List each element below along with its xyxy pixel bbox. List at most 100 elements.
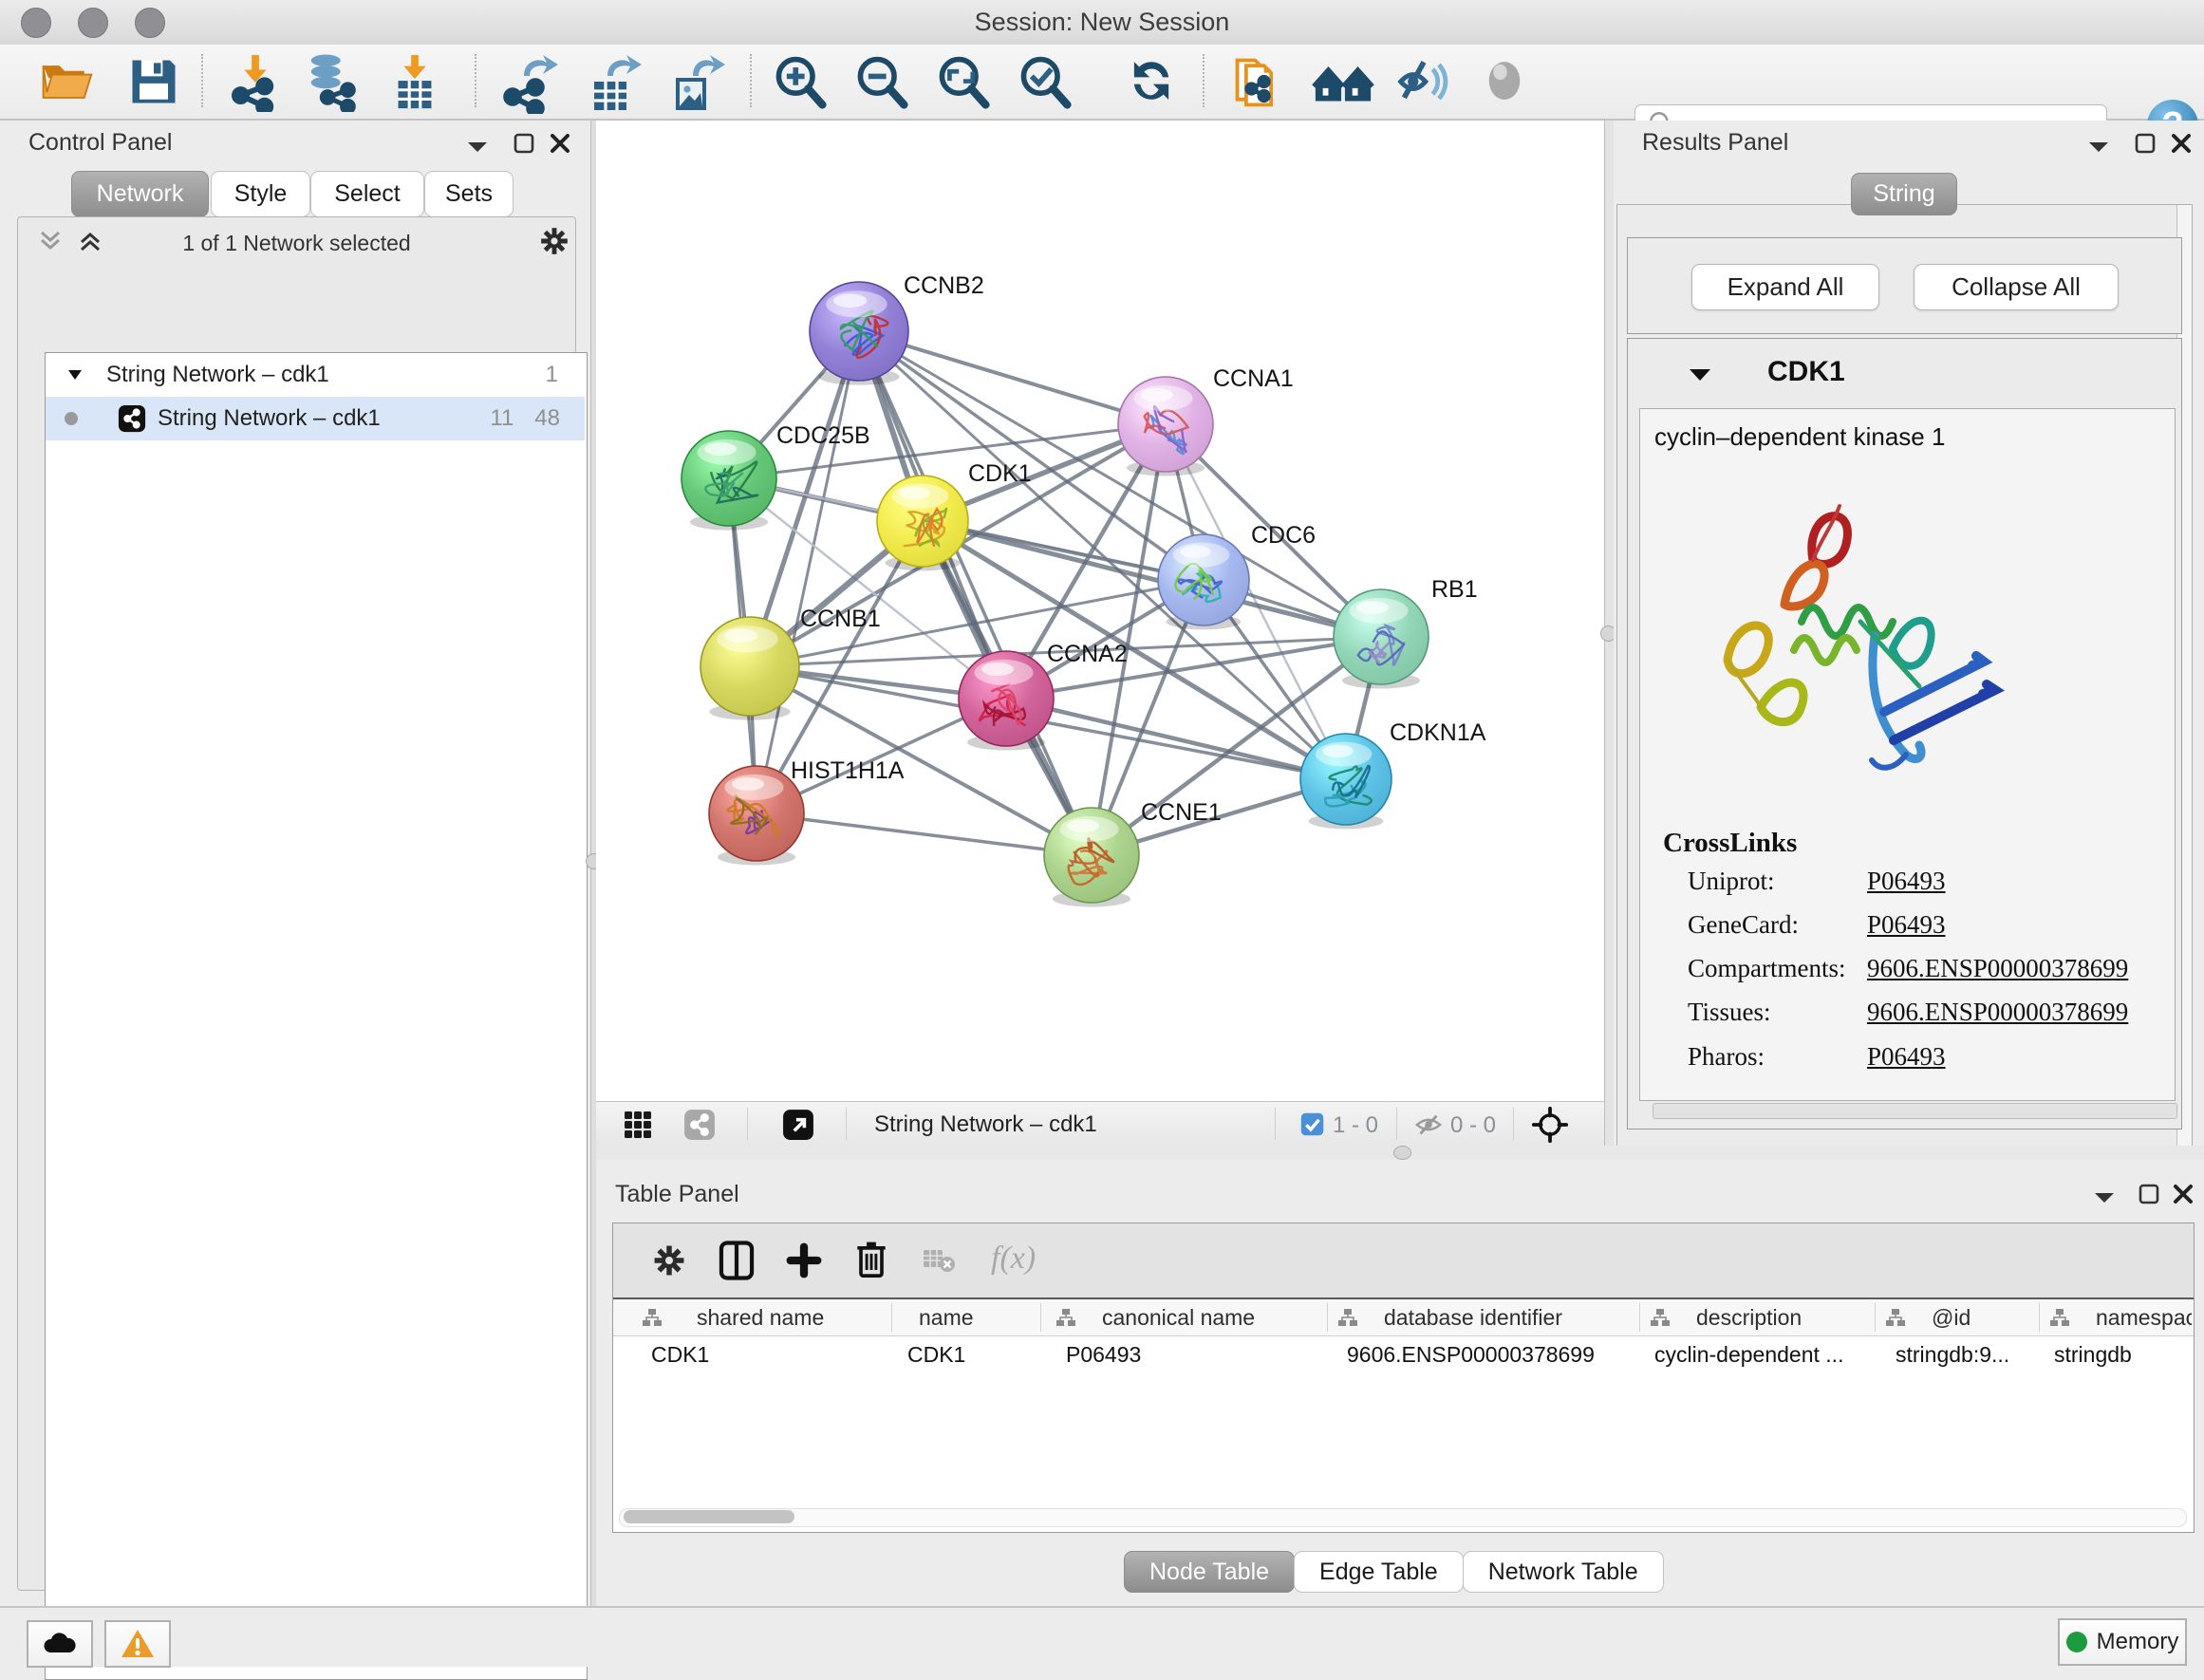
control-panel-close-icon[interactable] xyxy=(549,132,571,155)
zoom-out-icon[interactable] xyxy=(852,53,909,110)
node-CDC6[interactable] xyxy=(1158,534,1249,629)
hidden-eye-icon[interactable] xyxy=(1414,1111,1443,1139)
collection-expand-icon[interactable] xyxy=(66,368,84,382)
export-image-icon[interactable] xyxy=(666,53,723,110)
node-CCNA1[interactable] xyxy=(1118,377,1213,476)
grid-view-icon[interactable] xyxy=(623,1110,653,1140)
results-panel-close-icon[interactable] xyxy=(2170,132,2193,155)
results-panel-float-icon[interactable] xyxy=(2134,132,2157,155)
hide-eye-icon[interactable] xyxy=(1395,53,1452,110)
splitter-handle[interactable] xyxy=(1393,1146,1411,1160)
delete-table-icon[interactable] xyxy=(923,1248,957,1275)
tab-style[interactable]: Style xyxy=(211,171,310,217)
crosslink-link[interactable]: P06493 xyxy=(1867,867,1946,896)
zoom-selected-icon[interactable] xyxy=(1016,53,1073,110)
table-panel-close-icon[interactable] xyxy=(2172,1183,2195,1205)
table-cell[interactable]: stringdb xyxy=(2054,1335,2132,1373)
control-panel-float-icon[interactable] xyxy=(513,132,535,155)
cloud-button[interactable] xyxy=(27,1620,93,1668)
collapse-all-button[interactable]: Collapse All xyxy=(1914,264,2119,310)
delete-column-icon[interactable] xyxy=(852,1239,890,1280)
table-cell[interactable]: CDK1 xyxy=(651,1335,709,1373)
tab-string[interactable]: String xyxy=(1851,173,1957,215)
horizontal-splitter[interactable] xyxy=(596,1146,2204,1160)
tab-sets[interactable]: Sets xyxy=(424,171,514,217)
crosslink-link[interactable]: 9606.ENSP00000378699 xyxy=(1867,998,2128,1027)
node-CDC25B[interactable] xyxy=(682,431,776,531)
column-divider[interactable] xyxy=(1875,1303,1876,1332)
tab-select[interactable]: Select xyxy=(310,171,424,217)
table-cell[interactable]: CDK1 xyxy=(907,1335,965,1373)
network-canvas[interactable]: CCNB2CCNA1CDC25BCDK1CDC6RB1CCNB1CCNA2CDK… xyxy=(596,121,1604,1100)
zoom-fit-icon[interactable] xyxy=(934,53,991,110)
home-networks-icon[interactable] xyxy=(1312,53,1369,110)
column-header-namespace[interactable]: namespace xyxy=(2096,1299,2192,1335)
column-divider[interactable] xyxy=(1327,1303,1328,1332)
column-divider[interactable] xyxy=(1040,1303,1041,1332)
network-options-gear-icon[interactable] xyxy=(538,225,570,257)
share-document-icon[interactable] xyxy=(1230,53,1287,110)
table-hscrollbar-thumb[interactable] xyxy=(624,1510,794,1523)
network-collection-row[interactable]: String Network – cdk1 1 xyxy=(46,353,585,397)
node-label-CDK1: CDK1 xyxy=(968,460,1032,487)
table-header-row[interactable]: shared name name canonical name database id… xyxy=(613,1297,2194,1336)
column-divider[interactable] xyxy=(1639,1303,1640,1332)
tab-edge-table[interactable]: Edge Table xyxy=(1294,1551,1464,1593)
node-CDKN1A[interactable] xyxy=(1300,734,1392,829)
birdseye-share-icon[interactable] xyxy=(683,1109,716,1141)
refresh-icon[interactable] xyxy=(1124,53,1181,110)
tab-network[interactable]: Network xyxy=(71,171,209,217)
crosslink-link[interactable]: 9606.ENSP00000378699 xyxy=(1867,954,2128,983)
open-in-new-icon[interactable] xyxy=(782,1109,814,1141)
warning-button[interactable] xyxy=(104,1620,171,1668)
table-cell[interactable]: stringdb:9... xyxy=(1896,1335,2009,1373)
node-HIST1H1A[interactable] xyxy=(709,766,804,866)
column-header-description[interactable]: description xyxy=(1696,1299,1869,1335)
node-RB1[interactable] xyxy=(1334,589,1429,689)
function-builder-icon[interactable]: f(x) xyxy=(991,1241,1036,1277)
column-header-id[interactable]: @id xyxy=(1932,1299,2033,1335)
open-session-icon[interactable] xyxy=(38,53,95,110)
export-table-icon[interactable] xyxy=(585,53,642,110)
column-divider[interactable] xyxy=(2039,1303,2040,1332)
save-session-icon[interactable] xyxy=(125,53,182,110)
node-label-CDC25B: CDC25B xyxy=(776,422,870,449)
table-panel-menu-icon[interactable] xyxy=(2092,1188,2117,1205)
node-CDK1[interactable] xyxy=(877,476,968,570)
gene-collapse-icon[interactable] xyxy=(1688,365,1712,384)
column-divider[interactable] xyxy=(891,1303,892,1332)
table-cell[interactable]: 9606.ENSP00000378699 xyxy=(1347,1335,1595,1373)
eye-icon[interactable] xyxy=(1477,53,1534,110)
node-CCNB1[interactable] xyxy=(700,617,799,720)
import-table-icon[interactable] xyxy=(385,53,442,110)
control-panel-menu-icon[interactable] xyxy=(465,138,490,155)
add-column-icon[interactable] xyxy=(786,1242,822,1279)
table-gear-icon[interactable] xyxy=(651,1242,687,1279)
tab-network-table[interactable]: Network Table xyxy=(1463,1551,1664,1593)
table-hscrollbar[interactable] xyxy=(619,1508,2187,1527)
import-database-icon[interactable] xyxy=(302,53,359,110)
crosshair-icon[interactable] xyxy=(1532,1107,1568,1143)
table-cell[interactable]: P06493 xyxy=(1066,1335,1141,1373)
column-header-shared-name[interactable]: shared name xyxy=(697,1299,886,1335)
memory-button[interactable]: Memory xyxy=(2058,1618,2187,1666)
table-panel-float-icon[interactable] xyxy=(2138,1183,2160,1205)
tab-node-table[interactable]: Node Table xyxy=(1124,1551,1295,1593)
results-panel-menu-icon[interactable] xyxy=(2086,138,2111,155)
zoom-in-icon[interactable] xyxy=(771,53,828,110)
import-network-icon[interactable] xyxy=(226,53,283,110)
network-view[interactable]: CCNB2CCNA1CDC25BCDK1CDC6RB1CCNB1CCNA2CDK… xyxy=(596,121,1604,1146)
node-CCNE1[interactable] xyxy=(1044,808,1139,907)
show-columns-icon[interactable] xyxy=(718,1241,756,1280)
column-header-canonical-name[interactable]: canonical name xyxy=(1102,1299,1321,1335)
network-row-selected[interactable]: String Network – cdk1 11 48 xyxy=(46,397,585,440)
export-network-icon[interactable] xyxy=(501,53,558,110)
selected-checkbox-icon[interactable] xyxy=(1300,1112,1324,1136)
gene-card-hscrollbar[interactable] xyxy=(1653,1103,2177,1119)
expand-all-button[interactable]: Expand All xyxy=(1691,264,1879,310)
crosslink-link[interactable]: P06493 xyxy=(1867,910,1946,940)
table-cell[interactable]: cyclin-dependent ... xyxy=(1654,1335,1843,1373)
column-header-name[interactable]: name xyxy=(919,1299,1035,1335)
crosslink-link[interactable]: P06493 xyxy=(1867,1042,1946,1072)
column-header-database-identifier[interactable]: database identifier xyxy=(1384,1299,1634,1335)
